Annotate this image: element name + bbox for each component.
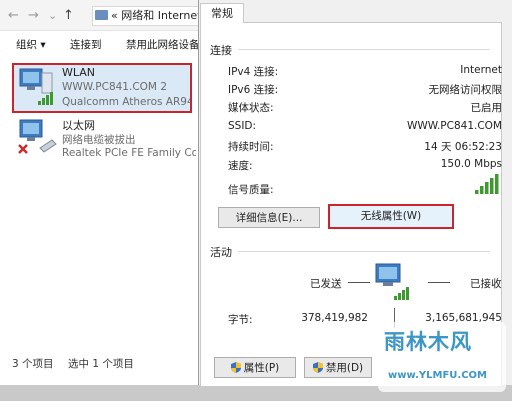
adapter-name: WLAN bbox=[62, 66, 96, 79]
adapter-network: 网络电缆被拔出 bbox=[62, 134, 136, 146]
signal-quality-label: 信号质量: bbox=[228, 184, 274, 196]
signal-strength-icon bbox=[475, 174, 499, 194]
disable-device-button[interactable]: 禁用此网络设备 bbox=[126, 37, 200, 52]
speed-value: 150.0 Mbps bbox=[440, 158, 502, 170]
ipv6-value: 无网络访问权限 bbox=[428, 84, 503, 96]
address-prefix: « bbox=[111, 9, 118, 22]
watermark-title: 雨林木风 bbox=[384, 330, 472, 354]
adapter-name: 以太网 bbox=[62, 119, 95, 132]
ipv4-value: Internet bbox=[460, 64, 502, 76]
sent-label: 已发送 bbox=[310, 278, 342, 290]
divider bbox=[238, 251, 490, 252]
speed-label: 速度: bbox=[228, 160, 253, 172]
disable-button[interactable]: 禁用(D) bbox=[304, 357, 372, 378]
disable-label: 禁用(D) bbox=[325, 362, 364, 374]
media-state-value: 已启用 bbox=[470, 102, 503, 114]
uac-shield-icon bbox=[230, 362, 241, 373]
signal-bar bbox=[475, 190, 479, 194]
ssid-label: SSID: bbox=[228, 120, 257, 132]
received-line bbox=[428, 282, 450, 283]
ssid-value: WWW.PC841.COM bbox=[407, 120, 502, 132]
signal-bar bbox=[490, 178, 494, 194]
connection-heading: 连接 bbox=[210, 44, 232, 57]
adapter-device: Qualcomm Atheros AR9485 bbox=[62, 96, 190, 108]
media-state-label: 媒体状态: bbox=[228, 102, 274, 114]
network-connections-window bbox=[0, 0, 206, 385]
up-arrow-icon[interactable]: ↑ bbox=[63, 8, 74, 23]
signal-bar bbox=[480, 186, 484, 194]
received-label: 已接收 bbox=[470, 278, 502, 290]
address-box[interactable]: « 网络和 Internet bbox=[92, 6, 206, 26]
adapter-network: WWW.PC841.COM 2 bbox=[62, 81, 167, 93]
ethernet-adapter-icon bbox=[18, 119, 57, 154]
ipv4-label: IPv4 连接: bbox=[228, 66, 279, 78]
signal-bar bbox=[495, 174, 499, 194]
recent-chevron-icon[interactable]: ⌄ bbox=[48, 9, 57, 22]
network-activity-icon bbox=[375, 263, 409, 300]
divider bbox=[238, 49, 490, 50]
duration-value: 14 天 06:52:23 bbox=[424, 141, 502, 153]
signal-bar bbox=[485, 182, 489, 194]
folder-icon bbox=[95, 10, 108, 20]
tab-general[interactable]: 常规 bbox=[200, 3, 244, 23]
ipv6-label: IPv6 连接: bbox=[228, 84, 279, 96]
bytes-label: 字节: bbox=[228, 314, 253, 326]
wireless-properties-button[interactable]: 无线属性(W) bbox=[328, 204, 454, 229]
bytes-sent-value: 378,419,982 bbox=[301, 312, 368, 324]
activity-heading: 活动 bbox=[210, 246, 232, 259]
forward-arrow-icon[interactable]: → bbox=[28, 8, 39, 23]
details-button[interactable]: 详细信息(E)... bbox=[218, 207, 320, 228]
wifi-adapter-icon bbox=[19, 68, 53, 105]
properties-button[interactable]: 属性(P) bbox=[214, 357, 296, 378]
properties-label: 属性(P) bbox=[243, 362, 280, 374]
duration-label: 持续时间: bbox=[228, 141, 274, 153]
sent-line bbox=[348, 282, 370, 283]
adapter-device: Realtek PCIe FE Family Contr bbox=[62, 147, 196, 159]
address-path: 网络和 Internet bbox=[121, 9, 202, 22]
uac-shield-icon bbox=[312, 362, 323, 373]
watermark-url: www.YLMFU.COM bbox=[388, 370, 487, 381]
connect-to-button[interactable]: 连接到 bbox=[70, 37, 102, 52]
back-arrow-icon[interactable]: ← bbox=[8, 8, 19, 23]
organize-menu[interactable]: 组织 ▾ bbox=[16, 37, 46, 52]
